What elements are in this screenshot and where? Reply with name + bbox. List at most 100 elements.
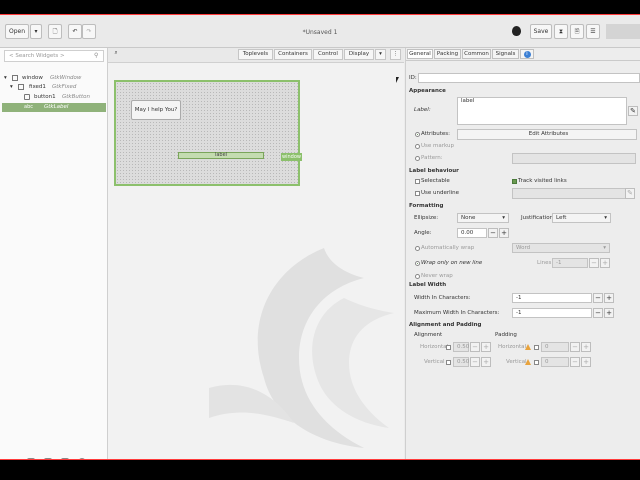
widget-search-input[interactable]: < Search Widgets >	[4, 50, 104, 62]
pattern-radio[interactable]	[415, 156, 420, 161]
never-wrap-radio[interactable]	[415, 274, 420, 279]
width-chars-decrement-button[interactable]: −	[593, 293, 603, 303]
max-width-increment-button[interactable]: +	[604, 308, 614, 318]
preview-icon[interactable]	[78, 458, 86, 459]
max-width-field[interactable]: -1	[512, 308, 592, 318]
new-file-button[interactable]: 🗋	[48, 24, 62, 39]
mnemonic-edit-button[interactable]: ✎	[625, 188, 635, 199]
v-align-checkbox[interactable]	[446, 360, 451, 365]
lines-decrement-button[interactable]: −	[589, 258, 599, 268]
document-properties-button[interactable]: 🗎	[570, 24, 584, 39]
lines-field[interactable]: -1	[552, 258, 588, 268]
drag-resize-icon[interactable]	[61, 458, 69, 459]
mnemonic-widget-field[interactable]	[512, 188, 626, 199]
tree-item-name: window	[22, 75, 43, 81]
palette-label: Display	[348, 51, 370, 57]
expander-icon[interactable]: ▾	[10, 83, 13, 92]
h-align-checkbox[interactable]	[446, 345, 451, 350]
expander-icon[interactable]: ▾	[4, 74, 7, 83]
tree-item-button1[interactable]: button1 GtkButton	[2, 93, 106, 102]
attributes-radio[interactable]	[415, 132, 420, 137]
h-pad-decrement-button[interactable]: −	[570, 342, 580, 352]
document-icon: 🗎	[574, 27, 580, 35]
tree-item-fixed1[interactable]: ▾ fixed1 GtkFixed	[2, 83, 106, 92]
v-pad-increment-button[interactable]: +	[581, 357, 591, 367]
main-menu-button[interactable]: ☰	[586, 24, 600, 39]
tab-signals[interactable]: Signals	[492, 49, 519, 59]
widget-tree-panel: < Search Widgets > ⚲ ▾ window GtkWindow …	[0, 48, 108, 459]
v-align-increment-button[interactable]: +	[481, 357, 491, 367]
h-pad-field[interactable]: 0	[541, 342, 569, 352]
justification-select[interactable]: Left ▾	[552, 213, 611, 223]
lines-increment-button[interactable]: +	[600, 258, 610, 268]
use-underline-checkbox[interactable]	[415, 191, 420, 196]
minus-icon: −	[595, 294, 601, 302]
tab-packing[interactable]: Packing	[434, 49, 461, 59]
h-pad-increment-button[interactable]: +	[581, 342, 591, 352]
redo-button[interactable]: ↷	[82, 24, 96, 39]
edit-attributes-button[interactable]: Edit Attributes	[457, 129, 637, 140]
appearance-header: Appearance	[409, 88, 446, 94]
tab-general[interactable]: General	[407, 49, 433, 59]
align-edit-icon[interactable]	[44, 458, 52, 459]
v-align-field[interactable]: 0.50	[453, 357, 469, 367]
selectable-checkbox[interactable]	[415, 179, 420, 184]
pointer-mode-icon[interactable]: ↖	[10, 458, 18, 459]
v-align-decrement-button[interactable]: −	[470, 357, 480, 367]
palette-display-button[interactable]: Display	[344, 49, 374, 60]
angle-field[interactable]: 0.00	[457, 228, 487, 238]
h-align-decrement-button[interactable]: −	[470, 342, 480, 352]
v-pad-checkbox[interactable]	[534, 360, 539, 365]
search-icon[interactable]: ⌕	[110, 49, 122, 60]
minus-icon: −	[572, 358, 578, 366]
filter-icon[interactable]: ⚲	[94, 52, 98, 59]
tab-common[interactable]: Common	[462, 49, 491, 59]
palette-toplevels-button[interactable]: Toplevels	[238, 49, 273, 60]
use-markup-radio[interactable]	[415, 144, 420, 149]
angle-increment-button[interactable]: +	[499, 228, 509, 238]
width-chars-increment-button[interactable]: +	[604, 293, 614, 303]
palette-menu-button[interactable]: ⋮	[390, 49, 401, 60]
pattern-field[interactable]	[512, 153, 636, 164]
palette-label: Toplevels	[242, 51, 269, 57]
tree-item-window[interactable]: ▾ window GtkWindow	[2, 74, 106, 83]
h-align-increment-button[interactable]: +	[481, 342, 491, 352]
auto-wrap-label: Automatically wrap	[421, 245, 475, 251]
save-button[interactable]: Save	[530, 24, 552, 39]
label-edit-button[interactable]: ✎	[628, 106, 638, 116]
angle-decrement-button[interactable]: −	[488, 228, 498, 238]
ellipsize-label: Ellipsize:	[414, 215, 439, 221]
canvas-button1[interactable]: May I help You?	[131, 100, 181, 120]
h-align-field[interactable]: 0.50	[453, 342, 469, 352]
palette-label: Containers	[278, 51, 308, 57]
canvas-label1[interactable]: label	[178, 152, 264, 159]
auto-wrap-radio[interactable]	[415, 246, 420, 251]
ellipsize-select[interactable]: None ▾	[457, 213, 509, 223]
track-visited-checkbox[interactable]	[512, 179, 517, 184]
h-pad-checkbox[interactable]	[534, 345, 539, 350]
save-as-button[interactable]: ⧗	[554, 24, 568, 39]
wrap-mode-select[interactable]: Word ▾	[512, 243, 610, 253]
palette-more-button[interactable]: ▾	[375, 49, 386, 60]
warning-icon	[525, 359, 531, 365]
tree-item-label[interactable]: abc GtkLabel	[2, 103, 106, 112]
window-preview[interactable]: May I help You? label	[114, 80, 300, 186]
palette-control-button[interactable]: Control	[313, 49, 343, 60]
open-button[interactable]: Open	[5, 24, 29, 39]
v-pad-decrement-button[interactable]: −	[570, 357, 580, 367]
max-width-decrement-button[interactable]: −	[593, 308, 603, 318]
wrap-newline-radio[interactable]	[415, 261, 420, 266]
inspector-icon[interactable]	[512, 26, 521, 36]
label-text-field[interactable]: label	[457, 97, 627, 125]
id-field[interactable]	[418, 73, 640, 83]
plus-icon: +	[606, 294, 612, 302]
width-chars-field[interactable]: -1	[512, 293, 592, 303]
palette-containers-button[interactable]: Containers	[274, 49, 312, 60]
open-menu-button[interactable]: ▾	[30, 24, 42, 39]
chevron-down-icon: ▾	[502, 215, 505, 221]
plus-icon: +	[483, 358, 489, 366]
undo-button[interactable]: ↶	[68, 24, 82, 39]
tab-accessibility[interactable]: i	[520, 49, 534, 59]
margin-edit-icon[interactable]	[27, 458, 35, 459]
v-pad-field[interactable]: 0	[541, 357, 569, 367]
